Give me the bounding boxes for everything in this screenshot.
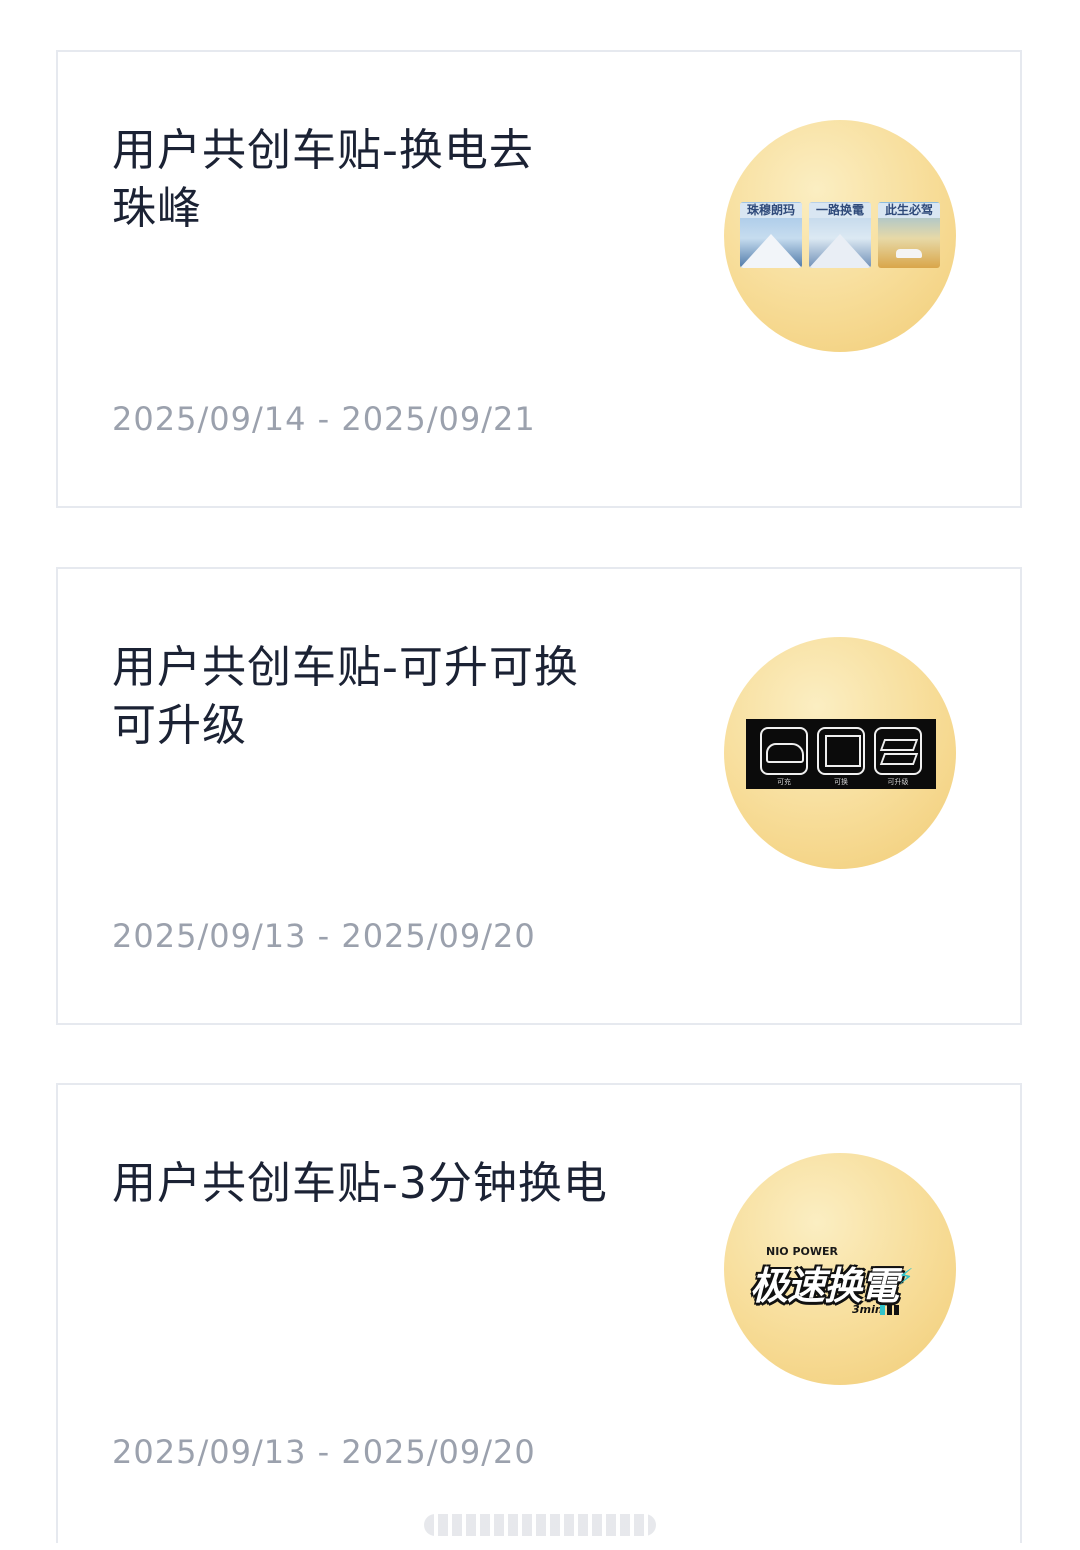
poster-title: 此生必驾 bbox=[878, 203, 940, 218]
battery-bar-icon bbox=[880, 1305, 885, 1315]
battery-upgrade-icon bbox=[874, 727, 922, 775]
mountain-icon bbox=[809, 234, 871, 268]
poster-title: 一路换電 bbox=[809, 203, 871, 218]
headline-label: 极速换電 bbox=[750, 1264, 899, 1308]
card-title: 用户共创车贴-换电去 珠峰 bbox=[112, 125, 534, 234]
sticker-card[interactable]: 用户共创车贴-可升可换 可升级 可充 可换 可升级 2025/09/13 - 2… bbox=[56, 567, 1022, 1025]
swap-station-icon bbox=[817, 727, 865, 775]
time-label: 3min bbox=[852, 1303, 883, 1316]
sticker-card[interactable]: 用户共创车贴-3分钟换电 NIO POWER 极速换電 ⚡ 3min 2025/… bbox=[56, 1083, 1022, 1543]
caption-swap: 可换 bbox=[834, 778, 848, 786]
car-charge-icon bbox=[760, 727, 808, 775]
sticker-badge-upgradable: 可充 可换 可升级 bbox=[724, 637, 956, 869]
caption-upgrade: 可升级 bbox=[887, 778, 909, 786]
battery-bar-icon bbox=[887, 1305, 892, 1315]
card-title: 用户共创车贴-3分钟换电 bbox=[112, 1158, 608, 1209]
lightning-icon: ⚡ bbox=[898, 1265, 914, 1290]
car-icon bbox=[896, 249, 922, 258]
card-date: 2025/09/13 - 2025/09/20 bbox=[112, 1433, 536, 1471]
poster-title: 珠穆朗玛 bbox=[740, 203, 802, 218]
poster-everest: 珠穆朗玛 bbox=[740, 202, 802, 268]
sticker-badge-nio-power: NIO POWER 极速换電 ⚡ 3min bbox=[724, 1153, 956, 1385]
home-indicator[interactable] bbox=[424, 1514, 656, 1536]
card-title: 用户共创车贴-可升可换 可升级 bbox=[112, 642, 579, 751]
caption-charge: 可充 bbox=[777, 778, 791, 786]
battery-bar-icon bbox=[894, 1305, 899, 1315]
poster-must-drive: 此生必驾 bbox=[878, 202, 940, 268]
poster-swap-road: 一路换電 bbox=[809, 202, 871, 268]
sticker-badge-everest: 珠穆朗玛 一路换電 此生必驾 bbox=[724, 120, 956, 352]
card-date: 2025/09/13 - 2025/09/20 bbox=[112, 917, 536, 955]
sticker-strip: 可充 可换 可升级 bbox=[746, 719, 936, 789]
sticker-card[interactable]: 用户共创车贴-换电去 珠峰 珠穆朗玛 一路换電 此生必驾 2025/09/14 … bbox=[56, 50, 1022, 508]
mountain-icon bbox=[740, 234, 802, 268]
card-date: 2025/09/14 - 2025/09/21 bbox=[112, 400, 536, 438]
page: 用户共创车贴-换电去 珠峰 珠穆朗玛 一路换電 此生必驾 2025/09/14 … bbox=[0, 0, 1080, 1550]
